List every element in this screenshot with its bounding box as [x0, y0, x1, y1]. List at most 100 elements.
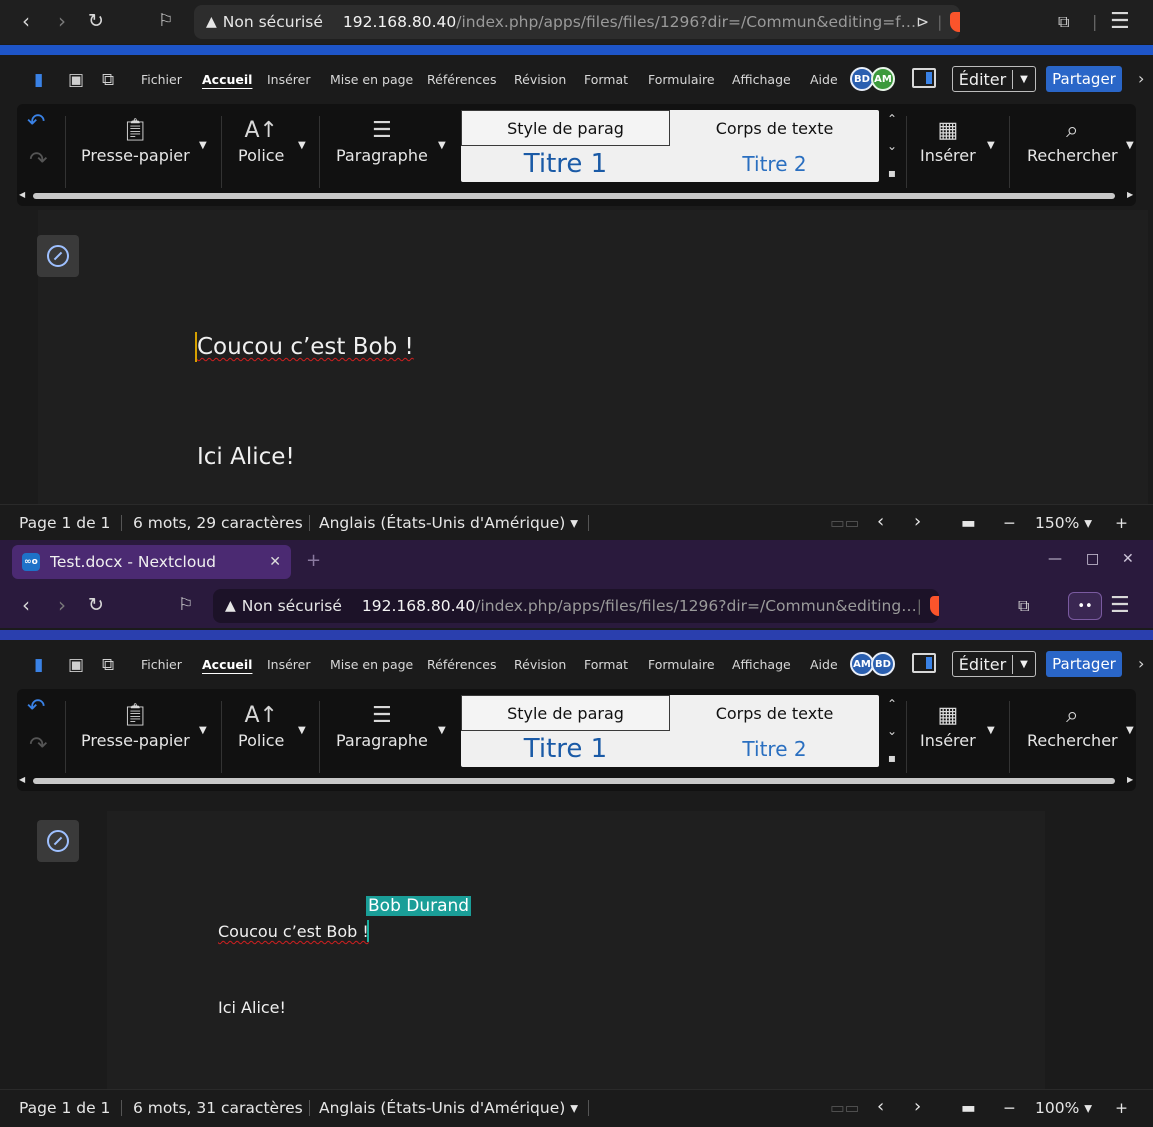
- navigator-button[interactable]: [37, 235, 79, 277]
- save-icon[interactable]: ▣: [68, 655, 84, 675]
- search-group[interactable]: ⌕ Rechercher: [1027, 118, 1118, 165]
- zoom-level[interactable]: 150% ▾: [1035, 514, 1092, 532]
- hamburger-menu-icon[interactable]: ☰: [1110, 9, 1130, 34]
- menu-revision[interactable]: Révision: [514, 657, 566, 672]
- tab-test-docx[interactable]: ∞o Test.docx - Nextcloud ✕: [12, 545, 291, 579]
- wallet-icon[interactable]: ⧉: [1058, 12, 1069, 32]
- new-tab-icon[interactable]: +: [306, 550, 321, 571]
- menu-format[interactable]: Format: [584, 72, 628, 87]
- paragraph-group[interactable]: ☰ Paragraphe: [336, 118, 428, 165]
- chevron-down-icon[interactable]: ▼: [1013, 659, 1035, 670]
- navigator-button[interactable]: [37, 820, 79, 862]
- chevron-down-icon[interactable]: ⌄: [887, 139, 897, 153]
- paragraph-group[interactable]: ☰ Paragraphe: [336, 703, 428, 750]
- chevron-down-icon[interactable]: ▼: [1126, 725, 1134, 736]
- chevron-down-icon[interactable]: ▼: [298, 140, 306, 151]
- chevron-down-icon[interactable]: ▼: [1126, 140, 1134, 151]
- zoom-out-icon[interactable]: −: [1003, 514, 1016, 532]
- doc-line-2[interactable]: Ici Alice!: [218, 998, 286, 1017]
- menu-aide[interactable]: Aide: [810, 72, 838, 87]
- menu-fichier[interactable]: Fichier: [141, 72, 182, 87]
- share-url-icon[interactable]: ⊳: [916, 13, 929, 31]
- menu-accueil[interactable]: Accueil: [202, 657, 252, 672]
- language-selector[interactable]: Anglais (États-Unis d'Amérique) ▾: [319, 1099, 578, 1117]
- language-selector[interactable]: Anglais (États-Unis d'Amérique) ▾: [319, 514, 578, 532]
- back-icon[interactable]: ‹: [22, 10, 30, 32]
- chevron-down-icon[interactable]: ▼: [298, 725, 306, 736]
- chevron-down-icon[interactable]: ▼: [987, 140, 995, 151]
- avatar[interactable]: AM: [871, 67, 895, 91]
- doc-line-2[interactable]: Ici Alice!: [197, 444, 295, 470]
- style-paragraph-default[interactable]: Style de parag: [461, 695, 670, 731]
- insert-group[interactable]: ▦ Insérer: [920, 703, 976, 750]
- avatar[interactable]: BD: [871, 652, 895, 676]
- style-heading-1[interactable]: Titre 1: [461, 146, 670, 182]
- chevron-down-icon[interactable]: ▼: [199, 725, 207, 736]
- document-page[interactable]: [107, 811, 1045, 1089]
- scrollbar-thumb[interactable]: [33, 778, 1115, 784]
- doc-line-1[interactable]: Coucou c’est Bob !: [218, 922, 369, 941]
- doc-line-1[interactable]: Coucou c’est Bob !: [197, 334, 414, 360]
- menu-references[interactable]: Références: [427, 657, 496, 672]
- reload-icon[interactable]: ↻: [88, 594, 104, 616]
- expand-styles-icon[interactable]: ▪: [888, 751, 896, 765]
- menu-mise-en-page[interactable]: Mise en page: [330, 72, 413, 87]
- more-icon[interactable]: ›: [1138, 654, 1144, 673]
- multi-page-icon[interactable]: ▭▭: [830, 1099, 859, 1117]
- menu-inserer[interactable]: Insérer: [267, 72, 311, 87]
- prev-page-icon[interactable]: ‹: [877, 511, 884, 532]
- zoom-level[interactable]: 100% ▾: [1035, 1099, 1092, 1117]
- prev-page-icon[interactable]: ‹: [877, 1096, 884, 1117]
- ribbon-scrollbar[interactable]: ◀ ▶: [17, 190, 1136, 202]
- close-window-icon[interactable]: ✕: [1122, 551, 1134, 567]
- expand-styles-icon[interactable]: ▪: [888, 166, 896, 180]
- save-icon[interactable]: ▣: [68, 70, 84, 90]
- chevron-down-icon[interactable]: ▼: [1013, 74, 1035, 85]
- clipboard-group[interactable]: 📋︎ Presse-papier: [81, 703, 190, 750]
- private-mode-icon[interactable]: ••: [1068, 592, 1102, 620]
- style-heading-1[interactable]: Titre 1: [461, 731, 670, 767]
- scroll-right-icon[interactable]: ▶: [1127, 190, 1133, 199]
- maximize-icon[interactable]: □: [1086, 551, 1099, 567]
- sidebar-toggle-icon[interactable]: [912, 68, 936, 88]
- close-icon[interactable]: ✕: [269, 554, 281, 570]
- hamburger-menu-icon[interactable]: ☰: [1110, 593, 1130, 618]
- multi-page-icon[interactable]: ▭▭: [830, 514, 859, 532]
- brave-shields-icon[interactable]: [929, 596, 939, 616]
- edit-mode-button[interactable]: Éditer ▼: [952, 66, 1036, 92]
- chevron-up-icon[interactable]: ⌃: [887, 112, 897, 126]
- menu-mise-en-page[interactable]: Mise en page: [330, 657, 413, 672]
- redo-icon[interactable]: ↷: [29, 733, 47, 758]
- undo-icon[interactable]: ↶: [27, 110, 45, 135]
- menu-affichage[interactable]: Affichage: [732, 72, 791, 87]
- chevron-down-icon[interactable]: ▼: [987, 725, 995, 736]
- menu-accueil[interactable]: Accueil: [202, 72, 252, 87]
- address-bar[interactable]: ▲ Non sécurisé 192.168.80.40 /index.php/…: [194, 5, 960, 39]
- insert-group[interactable]: ▦ Insérer: [920, 118, 976, 165]
- chevron-down-icon[interactable]: ⌄: [887, 724, 897, 738]
- menu-format[interactable]: Format: [584, 657, 628, 672]
- menu-revision[interactable]: Révision: [514, 72, 566, 87]
- open-external-icon[interactable]: ⧉: [102, 70, 114, 90]
- zoom-out-icon[interactable]: −: [1003, 1099, 1016, 1117]
- open-external-icon[interactable]: ⧉: [102, 655, 114, 675]
- menu-aide[interactable]: Aide: [810, 657, 838, 672]
- menu-formulaire[interactable]: Formulaire: [648, 72, 715, 87]
- more-icon[interactable]: ›: [1138, 69, 1144, 88]
- menu-inserer[interactable]: Insérer: [267, 657, 311, 672]
- back-icon[interactable]: ‹: [22, 594, 30, 616]
- chevron-up-icon[interactable]: ⌃: [887, 697, 897, 711]
- style-heading-2[interactable]: Titre 2: [670, 146, 879, 182]
- chevron-down-icon[interactable]: ▼: [438, 140, 446, 151]
- chevron-down-icon[interactable]: ▼: [199, 140, 207, 151]
- brave-shields-icon[interactable]: [950, 12, 960, 32]
- next-page-icon[interactable]: ›: [914, 1096, 921, 1117]
- edit-mode-button[interactable]: Éditer ▼: [952, 651, 1036, 677]
- font-group[interactable]: A↑ Police: [238, 703, 284, 750]
- zoom-in-icon[interactable]: +: [1115, 514, 1128, 532]
- scroll-left-icon[interactable]: ◀: [19, 190, 25, 199]
- menu-fichier[interactable]: Fichier: [141, 657, 182, 672]
- single-page-icon[interactable]: ▬: [961, 1099, 976, 1117]
- sidebar-toggle-icon[interactable]: [912, 653, 936, 673]
- style-body-text[interactable]: Corps de texte: [670, 110, 879, 146]
